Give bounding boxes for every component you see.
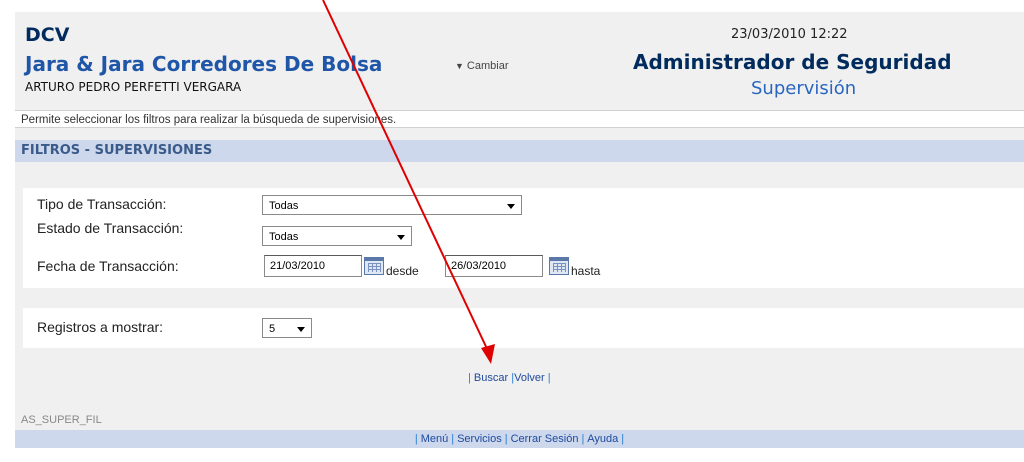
calendar-icon[interactable] xyxy=(364,257,384,275)
buscar-link[interactable]: Buscar xyxy=(474,372,508,384)
dropdown-arrow-icon xyxy=(297,327,305,332)
calendar-icon[interactable] xyxy=(549,257,569,275)
fecha-desde-input[interactable]: 21/03/2010 xyxy=(264,255,362,277)
change-label: Cambiar xyxy=(466,60,509,72)
menu-link[interactable]: Menú xyxy=(421,433,449,445)
company-name: Jara & Jara Corredores De Bolsa xyxy=(25,52,383,76)
fecha-hasta-input[interactable]: 26/03/2010 xyxy=(445,255,543,277)
footer-nav: | Menú | Servicios | Cerrar Sesión | Ayuda | xyxy=(15,430,1024,448)
fecha-desde-label: desde xyxy=(386,264,419,278)
filters-header: FILTROS - SUPERVISIONES xyxy=(15,140,1024,162)
screen-code: AS_SUPER_FIL xyxy=(21,414,102,426)
module-title: Administrador de Seguridad xyxy=(633,50,952,74)
action-links: | Buscar |Volver | xyxy=(468,372,551,384)
tipo-select-value: Todas xyxy=(269,200,299,212)
registros-select[interactable]: 5 xyxy=(262,318,312,338)
volver-link[interactable]: Volver xyxy=(514,372,545,384)
filters-panel: Tipo de Transacción: Todas Estado de Tra… xyxy=(23,188,1024,288)
cerrar-sesion-link[interactable]: Cerrar Sesión xyxy=(511,433,579,445)
estado-label: Estado de Transacción: xyxy=(37,220,184,236)
fecha-hasta-label: hasta xyxy=(571,264,601,278)
org-name: DCV xyxy=(25,24,70,46)
ayuda-link[interactable]: Ayuda xyxy=(587,433,618,445)
user-name: ARTURO PEDRO PERFETTI VERGARA xyxy=(25,80,242,94)
servicios-link[interactable]: Servicios xyxy=(457,433,502,445)
tipo-select[interactable]: Todas xyxy=(262,195,522,215)
page-container: DCV Jara & Jara Corredores De Bolsa ARTU… xyxy=(15,12,1024,448)
estado-select[interactable]: Todas xyxy=(262,226,412,246)
dropdown-arrow-icon xyxy=(397,235,405,240)
tipo-label: Tipo de Transacción: xyxy=(37,196,167,212)
page-description: Permite seleccionar los filtros para rea… xyxy=(15,110,1024,128)
fecha-label: Fecha de Transacción: xyxy=(37,258,179,274)
change-company-button[interactable]: ▼ Cambiar xyxy=(455,60,509,72)
dropdown-arrow-icon xyxy=(507,204,515,209)
section-title: Supervisión xyxy=(751,78,857,99)
registros-panel: Registros a mostrar: 5 xyxy=(23,308,1024,348)
registros-label: Registros a mostrar: xyxy=(37,319,164,335)
triangle-down-icon: ▼ xyxy=(455,61,464,71)
estado-select-value: Todas xyxy=(269,231,299,243)
registros-select-value: 5 xyxy=(269,323,276,335)
datetime: 23/03/2010 12:22 xyxy=(731,27,848,42)
